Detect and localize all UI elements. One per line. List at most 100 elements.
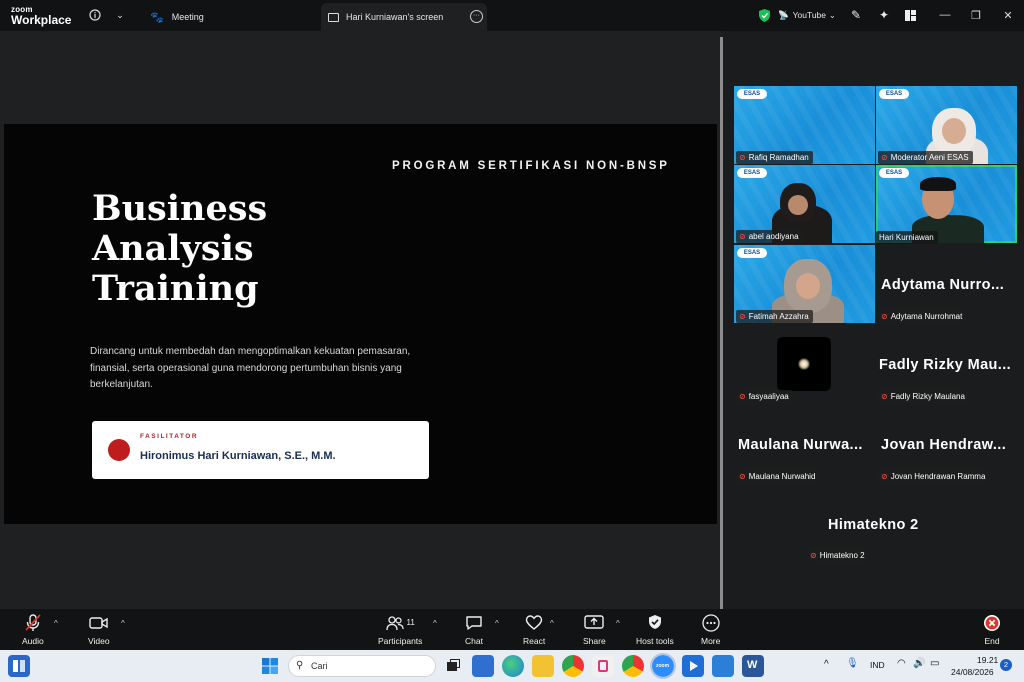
- participant-name: Himatekno 2: [819, 551, 865, 560]
- chrome-browser-icon[interactable]: [562, 655, 584, 677]
- avatar-name-maulana: Maulana Nurwa...: [738, 437, 863, 453]
- end-call-icon: [983, 614, 1001, 632]
- mic-muted-icon: ⊘: [739, 392, 746, 401]
- react-options-chevron-icon[interactable]: ^: [550, 619, 554, 628]
- avatar-name-fadly: Fadly Rizky Mau...: [879, 357, 1012, 373]
- facilitator-label: FASILITATOR: [140, 433, 199, 440]
- more-options-icon[interactable]: ···: [470, 10, 483, 23]
- show-hidden-icons-chevron-icon[interactable]: ^: [824, 659, 829, 670]
- minimize-button[interactable]: —: [935, 6, 955, 24]
- shield-icon: [648, 614, 662, 632]
- tab-shared-screen[interactable]: Hari Kurniawan's screen ···: [321, 3, 487, 31]
- gallery-splitter[interactable]: [720, 37, 723, 609]
- ai-companion-icon[interactable]: ✦: [876, 7, 892, 23]
- edge-browser-icon[interactable]: [502, 655, 524, 677]
- more-dots-icon: [702, 614, 720, 632]
- chrome-profile-icon[interactable]: [622, 655, 644, 677]
- task-view-icon[interactable]: [442, 655, 464, 677]
- close-window-button[interactable]: ✕: [998, 6, 1018, 24]
- esas-logo: ESAS: [879, 168, 909, 178]
- avatar-name-adytama: Adytama Nurro...: [881, 277, 1005, 293]
- start-windows-icon[interactable]: [259, 655, 281, 677]
- microphone-in-use-icon[interactable]: 🎙: [846, 658, 859, 669]
- snipping-tool-icon[interactable]: [592, 655, 614, 677]
- info-icon[interactable]: [87, 7, 103, 23]
- nametag-rafiq: ⊘ Rafiq Ramadhan: [736, 151, 813, 164]
- video-button[interactable]: Video: [88, 614, 110, 646]
- slide-program-label: PROGRAM SERTIFIKASI NON-BNSP: [392, 160, 670, 172]
- audio-options-chevron-icon[interactable]: ^: [54, 619, 58, 628]
- mic-muted-icon: ⊘: [739, 312, 746, 321]
- notification-badge[interactable]: 2: [1000, 659, 1012, 671]
- participants-icon: 11: [385, 614, 415, 632]
- end-meeting-button[interactable]: End: [983, 614, 1001, 646]
- photos-app-icon[interactable]: [712, 655, 734, 677]
- participant-name: Hari Kurniawan: [879, 233, 934, 242]
- chat-button[interactable]: Chat: [465, 614, 483, 646]
- esas-logo: ESAS: [737, 168, 767, 178]
- calculator-app-icon[interactable]: [472, 655, 494, 677]
- video-options-chevron-icon[interactable]: ^: [121, 619, 125, 628]
- file-explorer-icon[interactable]: [532, 655, 554, 677]
- heart-icon: [525, 614, 543, 632]
- chevron-down-icon[interactable]: ⌄: [112, 7, 128, 23]
- youtube-stream-button[interactable]: 📡 YouTube ⌄: [778, 7, 836, 23]
- input-language-indicator[interactable]: IND: [870, 660, 885, 670]
- nametag-maulana: ⊘ Maulana Nurwahid: [736, 470, 820, 483]
- tab-screen-label: Hari Kurniawan's screen: [346, 12, 444, 22]
- volume-icon[interactable]: 🔊: [913, 658, 925, 669]
- mic-muted-icon: [24, 614, 42, 632]
- esas-logo: ESAS: [737, 89, 767, 99]
- share-options-chevron-icon[interactable]: ^: [616, 619, 620, 628]
- mic-muted-icon: ⊘: [881, 153, 888, 162]
- chat-options-chevron-icon[interactable]: ^: [495, 619, 499, 628]
- slide-title-line-1: Business: [92, 188, 268, 229]
- word-app-icon[interactable]: W: [742, 655, 764, 677]
- facilitator-card: FASILITATOR Hironimus Hari Kurniawan, S.…: [92, 421, 429, 479]
- facilitator-name: Hironimus Hari Kurniawan, S.E., M.M.: [140, 450, 336, 462]
- slide-title-line-3: Training: [92, 268, 259, 309]
- nametag-fasyaaliyaa: ⊘ fasyaaliyaa: [736, 390, 793, 403]
- security-shield-icon[interactable]: [756, 7, 772, 23]
- participants-options-chevron-icon[interactable]: ^: [433, 619, 437, 628]
- participant-name: Moderator Aeni ESAS: [890, 153, 969, 162]
- screen-share-icon: [328, 12, 339, 22]
- clock-time[interactable]: 19.21: [977, 655, 998, 665]
- mic-muted-icon: ⊘: [810, 551, 817, 560]
- participants-label: Participants: [378, 636, 423, 646]
- zoom-app-icon[interactable]: zoom: [650, 653, 676, 679]
- participants-button[interactable]: 11 Participants: [378, 614, 422, 646]
- mic-muted-icon: ⊘: [739, 153, 746, 162]
- workplace-logo: Workplace: [11, 13, 72, 27]
- nametag-fadly: ⊘ Fadly Rizky Maulana: [878, 390, 969, 403]
- more-label: More: [701, 636, 721, 646]
- participant-name: Adytama Nurrohmat: [890, 312, 963, 321]
- media-player-icon[interactable]: [682, 655, 704, 677]
- mic-muted-icon: ⊘: [739, 232, 746, 241]
- annotate-pen-icon[interactable]: ✎: [848, 7, 864, 23]
- battery-icon[interactable]: ▭: [930, 658, 939, 669]
- nametag-himatekno: ⊘ Himatekno 2: [807, 549, 869, 562]
- end-label: End: [984, 636, 1000, 646]
- wifi-icon[interactable]: ◠: [897, 658, 906, 669]
- more-button[interactable]: More: [701, 614, 720, 646]
- taskbar-search-input[interactable]: ⚲ Cari: [288, 655, 436, 677]
- windows-taskbar: ⚲ Cari zoom W ^ 🎙 IND ◠ 🔊 ▭ 19.21 24/08/…: [0, 650, 1024, 682]
- avatar-name-jovan: Jovan Hendraw...: [881, 437, 1007, 453]
- view-layout-icon[interactable]: [902, 7, 918, 23]
- host-tools-button[interactable]: Host tools: [636, 614, 674, 646]
- tab-meeting-label: Meeting: [171, 12, 204, 22]
- slide-description: Dirancang untuk membedah dan mengoptimal…: [90, 346, 411, 390]
- restore-button[interactable]: ❐: [966, 6, 986, 24]
- tab-meeting[interactable]: 🐾 Meeting: [144, 3, 320, 31]
- search-icon: ⚲: [296, 660, 304, 671]
- nametag-adytama: ⊘ Adytama Nurrohmat: [878, 310, 967, 323]
- clock-date[interactable]: 24/08/2026: [951, 667, 994, 677]
- nametag-fatimah: ⊘ Fatimah Azzahra: [736, 310, 813, 323]
- avatar-fasyaaliyaa: [777, 337, 831, 391]
- audio-button[interactable]: Audio: [22, 614, 44, 646]
- share-button[interactable]: Share: [583, 614, 606, 646]
- widgets-icon[interactable]: [8, 655, 30, 677]
- react-button[interactable]: React: [523, 614, 545, 646]
- participant-name: Fadly Rizky Maulana: [890, 392, 965, 401]
